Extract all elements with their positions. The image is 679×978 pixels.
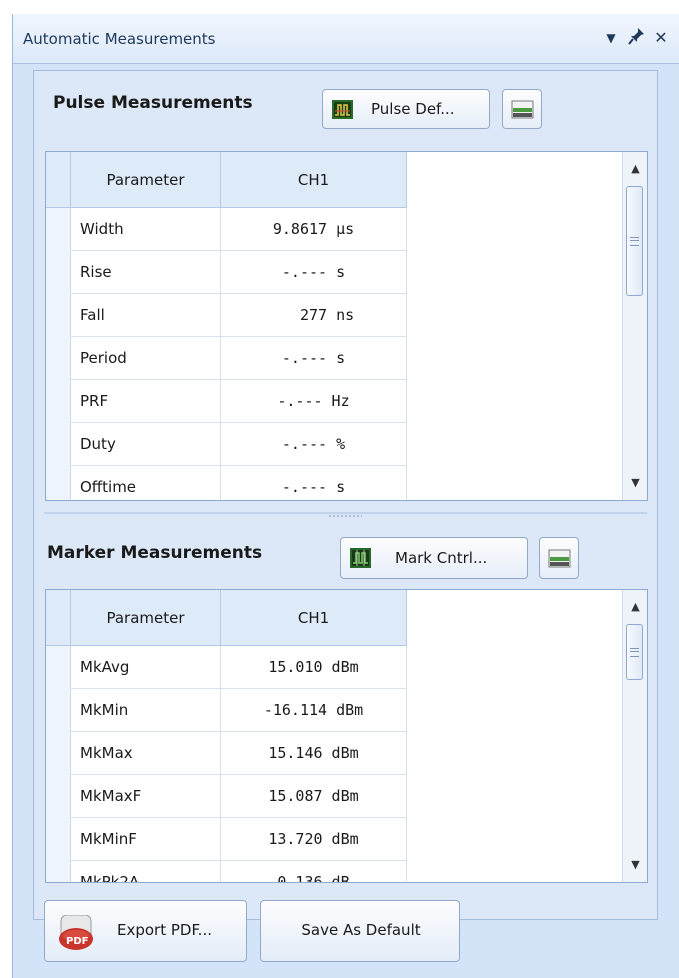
row-selector[interactable] (46, 380, 71, 423)
pulse-column-header-parameter[interactable]: Parameter (71, 152, 221, 208)
table-icon (511, 99, 534, 124)
ch1-value-cell: 15.146 dBm (221, 732, 407, 775)
row-selector[interactable] (46, 689, 71, 732)
pulse-table-toggle-button[interactable] (502, 89, 542, 129)
scroll-thumb[interactable] (626, 186, 643, 296)
window-titlebar: Automatic Measurements ▼ ✕ (13, 14, 679, 64)
pdf-icon (57, 914, 97, 955)
row-selector[interactable] (46, 818, 71, 861)
save-as-default-button[interactable]: Save As Default (260, 900, 460, 962)
parameter-cell: Duty (71, 423, 221, 466)
grip-icon (630, 648, 639, 657)
parameter-cell: MkMin (71, 689, 221, 732)
parameter-cell: Fall (71, 294, 221, 337)
ch1-value-cell: 15.087 dBm (221, 775, 407, 818)
marker-vertical-scrollbar[interactable]: ▲ ▼ (622, 590, 647, 882)
table-icon (548, 548, 571, 573)
marker-measurements-grid: Parameter CH1 MkAvg 15.010 dBm MkMin -16.1… (45, 589, 648, 883)
parameter-cell: Rise (71, 251, 221, 294)
pin-icon[interactable] (625, 25, 649, 51)
automatic-measurements-window: Automatic Measurements ▼ ✕ Pulse Measure… (12, 14, 679, 978)
pulse-def-button[interactable]: Pulse Def... (322, 89, 490, 129)
dropdown-arrow-icon[interactable]: ▼ (599, 25, 623, 51)
table-row[interactable]: Offtime -.--- s (46, 466, 418, 500)
section-splitter[interactable] (44, 506, 647, 517)
marker-waveform-icon (350, 548, 371, 568)
ch1-value-cell: -.--- % (221, 423, 407, 466)
scroll-down-arrow-icon[interactable]: ▼ (623, 852, 647, 878)
close-icon[interactable]: ✕ (649, 25, 673, 51)
ch1-value-cell: 9.8617 µs (221, 208, 407, 251)
parameter-cell: Offtime (71, 466, 221, 500)
parameter-cell: MkAvg (71, 646, 221, 689)
table-row[interactable]: MkAvg 15.010 dBm (46, 646, 418, 689)
row-selector[interactable] (46, 337, 71, 380)
row-selector[interactable] (46, 775, 71, 818)
ch1-value-cell: -.--- s (221, 337, 407, 380)
table-row[interactable]: MkMaxF 15.087 dBm (46, 775, 418, 818)
parameter-cell: MkMinF (71, 818, 221, 861)
export-pdf-button-label: Export PDF... (117, 921, 212, 939)
mark-cntrl-button-label: Mark Cntrl... (395, 549, 488, 567)
export-pdf-button[interactable]: PDF Export PDF... (44, 900, 247, 962)
parameter-cell: MkPk2A (71, 861, 221, 882)
pulse-measurements-grid: Parameter CH1 Width 9.8617 µs Rise -.--- s… (45, 151, 648, 501)
pulse-section-title: Pulse Measurements (53, 93, 253, 113)
ch1-value-cell: -.--- s (221, 251, 407, 294)
window-title: Automatic Measurements (23, 30, 216, 48)
table-row[interactable]: MkMin -16.114 dBm (46, 689, 418, 732)
table-row[interactable]: Width 9.8617 µs (46, 208, 418, 251)
row-selector[interactable] (46, 646, 71, 689)
table-row[interactable]: Rise -.--- s (46, 251, 418, 294)
row-selector[interactable] (46, 466, 71, 500)
table-row[interactable]: MkMinF 13.720 dBm (46, 818, 418, 861)
marker-section-title: Marker Measurements (47, 543, 263, 563)
row-selector[interactable] (46, 861, 71, 882)
marker-table-toggle-button[interactable] (539, 537, 579, 579)
ch1-value-cell: -.--- Hz (221, 380, 407, 423)
table-row[interactable]: Duty -.--- % (46, 423, 418, 466)
ch1-value-cell: 0.136 dB (221, 861, 407, 882)
row-header-corner (46, 152, 71, 208)
scroll-down-arrow-icon[interactable]: ▼ (623, 470, 647, 496)
table-row[interactable]: Period -.--- s (46, 337, 418, 380)
parameter-cell: MkMax (71, 732, 221, 775)
table-row[interactable]: Fall 277 ns (46, 294, 418, 337)
mark-cntrl-button[interactable]: Mark Cntrl... (340, 537, 528, 579)
waveform-icon (332, 100, 353, 119)
save-as-default-button-label: Save As Default (301, 921, 421, 939)
ch1-value-cell: 277 ns (221, 294, 407, 337)
parameter-cell: Period (71, 337, 221, 380)
row-selector[interactable] (46, 732, 71, 775)
table-row[interactable]: MkMax 15.146 dBm (46, 732, 418, 775)
measurements-panel: Pulse Measurements Pulse Def... Paramete… (33, 70, 658, 920)
ch1-value-cell: -16.114 dBm (221, 689, 407, 732)
pdf-badge-text: PDF (66, 936, 89, 947)
parameter-cell: Width (71, 208, 221, 251)
marker-column-header-parameter[interactable]: Parameter (71, 590, 221, 646)
parameter-cell: MkMaxF (71, 775, 221, 818)
ch1-value-cell: 15.010 dBm (221, 646, 407, 689)
marker-column-header-ch1[interactable]: CH1 (221, 590, 407, 646)
row-selector[interactable] (46, 294, 71, 337)
pulse-column-header-ch1[interactable]: CH1 (221, 152, 407, 208)
ch1-value-cell: -.--- s (221, 466, 407, 500)
parameter-cell: PRF (71, 380, 221, 423)
table-row[interactable]: PRF -.--- Hz (46, 380, 418, 423)
marker-section-header: Marker Measurements Mark Cntrl... (34, 518, 657, 584)
grip-icon (630, 237, 639, 246)
scroll-thumb[interactable] (626, 624, 643, 680)
row-selector[interactable] (46, 251, 71, 294)
pulse-vertical-scrollbar[interactable]: ▲ ▼ (622, 152, 647, 500)
scroll-up-arrow-icon[interactable]: ▲ (623, 594, 647, 620)
ch1-value-cell: 13.720 dBm (221, 818, 407, 861)
row-selector[interactable] (46, 208, 71, 251)
table-row[interactable]: MkPk2A 0.136 dB (46, 861, 418, 882)
scroll-up-arrow-icon[interactable]: ▲ (623, 156, 647, 182)
row-header-corner (46, 590, 71, 646)
row-selector[interactable] (46, 423, 71, 466)
pulse-section-header: Pulse Measurements Pulse Def... (34, 71, 657, 137)
pulse-def-button-label: Pulse Def... (371, 100, 455, 118)
